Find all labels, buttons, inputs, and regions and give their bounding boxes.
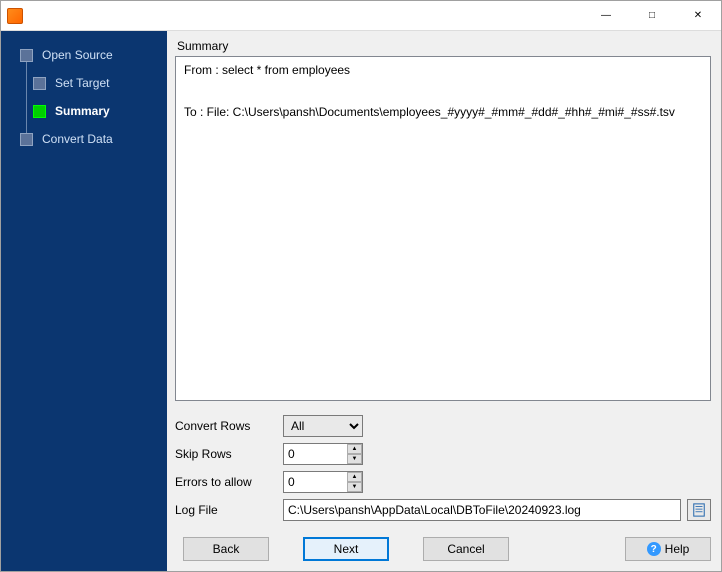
errors-spinner[interactable]: ▲ ▼ — [347, 472, 362, 492]
maximize-button[interactable]: □ — [629, 1, 675, 31]
step-label: Summary — [55, 104, 110, 118]
app-icon — [7, 8, 23, 24]
convert-rows-select[interactable]: All — [283, 415, 363, 437]
skip-rows-label: Skip Rows — [175, 447, 275, 461]
step-indicator-icon — [20, 49, 33, 62]
step-label: Set Target — [55, 76, 109, 90]
step-indicator-icon — [20, 133, 33, 146]
back-button-label: Back — [213, 542, 240, 556]
step-indicator-icon — [33, 105, 46, 118]
log-file-label: Log File — [175, 503, 275, 517]
step-summary[interactable]: Summary — [1, 97, 167, 125]
errors-label: Errors to allow — [175, 475, 275, 489]
step-label: Convert Data — [42, 132, 113, 146]
summary-heading: Summary — [175, 37, 711, 56]
next-button[interactable]: Next — [303, 537, 389, 561]
cancel-button-label: Cancel — [447, 542, 484, 556]
titlebar: — □ ✕ — [1, 1, 721, 31]
wizard-buttons: Back Next Cancel ? Help — [175, 537, 711, 561]
spinner-down-icon[interactable]: ▼ — [347, 454, 362, 464]
summary-text-area[interactable]: From : select * from employees To : File… — [175, 56, 711, 401]
content-area: Open Source Set Target Summary Convert D… — [1, 31, 721, 571]
step-indicator-icon — [33, 77, 46, 90]
convert-rows-label: Convert Rows — [175, 419, 275, 433]
help-button-label: Help — [665, 542, 690, 556]
log-file-input[interactable] — [283, 499, 681, 521]
step-set-target[interactable]: Set Target — [1, 69, 167, 97]
back-button[interactable]: Back — [183, 537, 269, 561]
skip-rows-spinner[interactable]: ▲ ▼ — [347, 444, 362, 464]
main-panel: Summary From : select * from employees T… — [167, 31, 721, 571]
step-label: Open Source — [42, 48, 113, 62]
spinner-up-icon[interactable]: ▲ — [347, 444, 362, 454]
cancel-button[interactable]: Cancel — [423, 537, 509, 561]
spinner-down-icon[interactable]: ▼ — [347, 482, 362, 492]
wizard-sidebar: Open Source Set Target Summary Convert D… — [1, 31, 167, 571]
spinner-up-icon[interactable]: ▲ — [347, 472, 362, 482]
browse-log-button[interactable] — [687, 499, 711, 521]
step-convert-data[interactable]: Convert Data — [1, 125, 167, 153]
document-icon — [692, 503, 706, 517]
settings-form: Convert Rows All Skip Rows ▲ ▼ Errors to… — [175, 415, 711, 521]
minimize-button[interactable]: — — [583, 1, 629, 31]
next-button-label: Next — [334, 542, 359, 556]
close-button[interactable]: ✕ — [675, 1, 721, 31]
step-open-source[interactable]: Open Source — [1, 41, 167, 69]
window-controls: — □ ✕ — [583, 1, 721, 31]
help-button[interactable]: ? Help — [625, 537, 711, 561]
help-icon: ? — [647, 542, 661, 556]
